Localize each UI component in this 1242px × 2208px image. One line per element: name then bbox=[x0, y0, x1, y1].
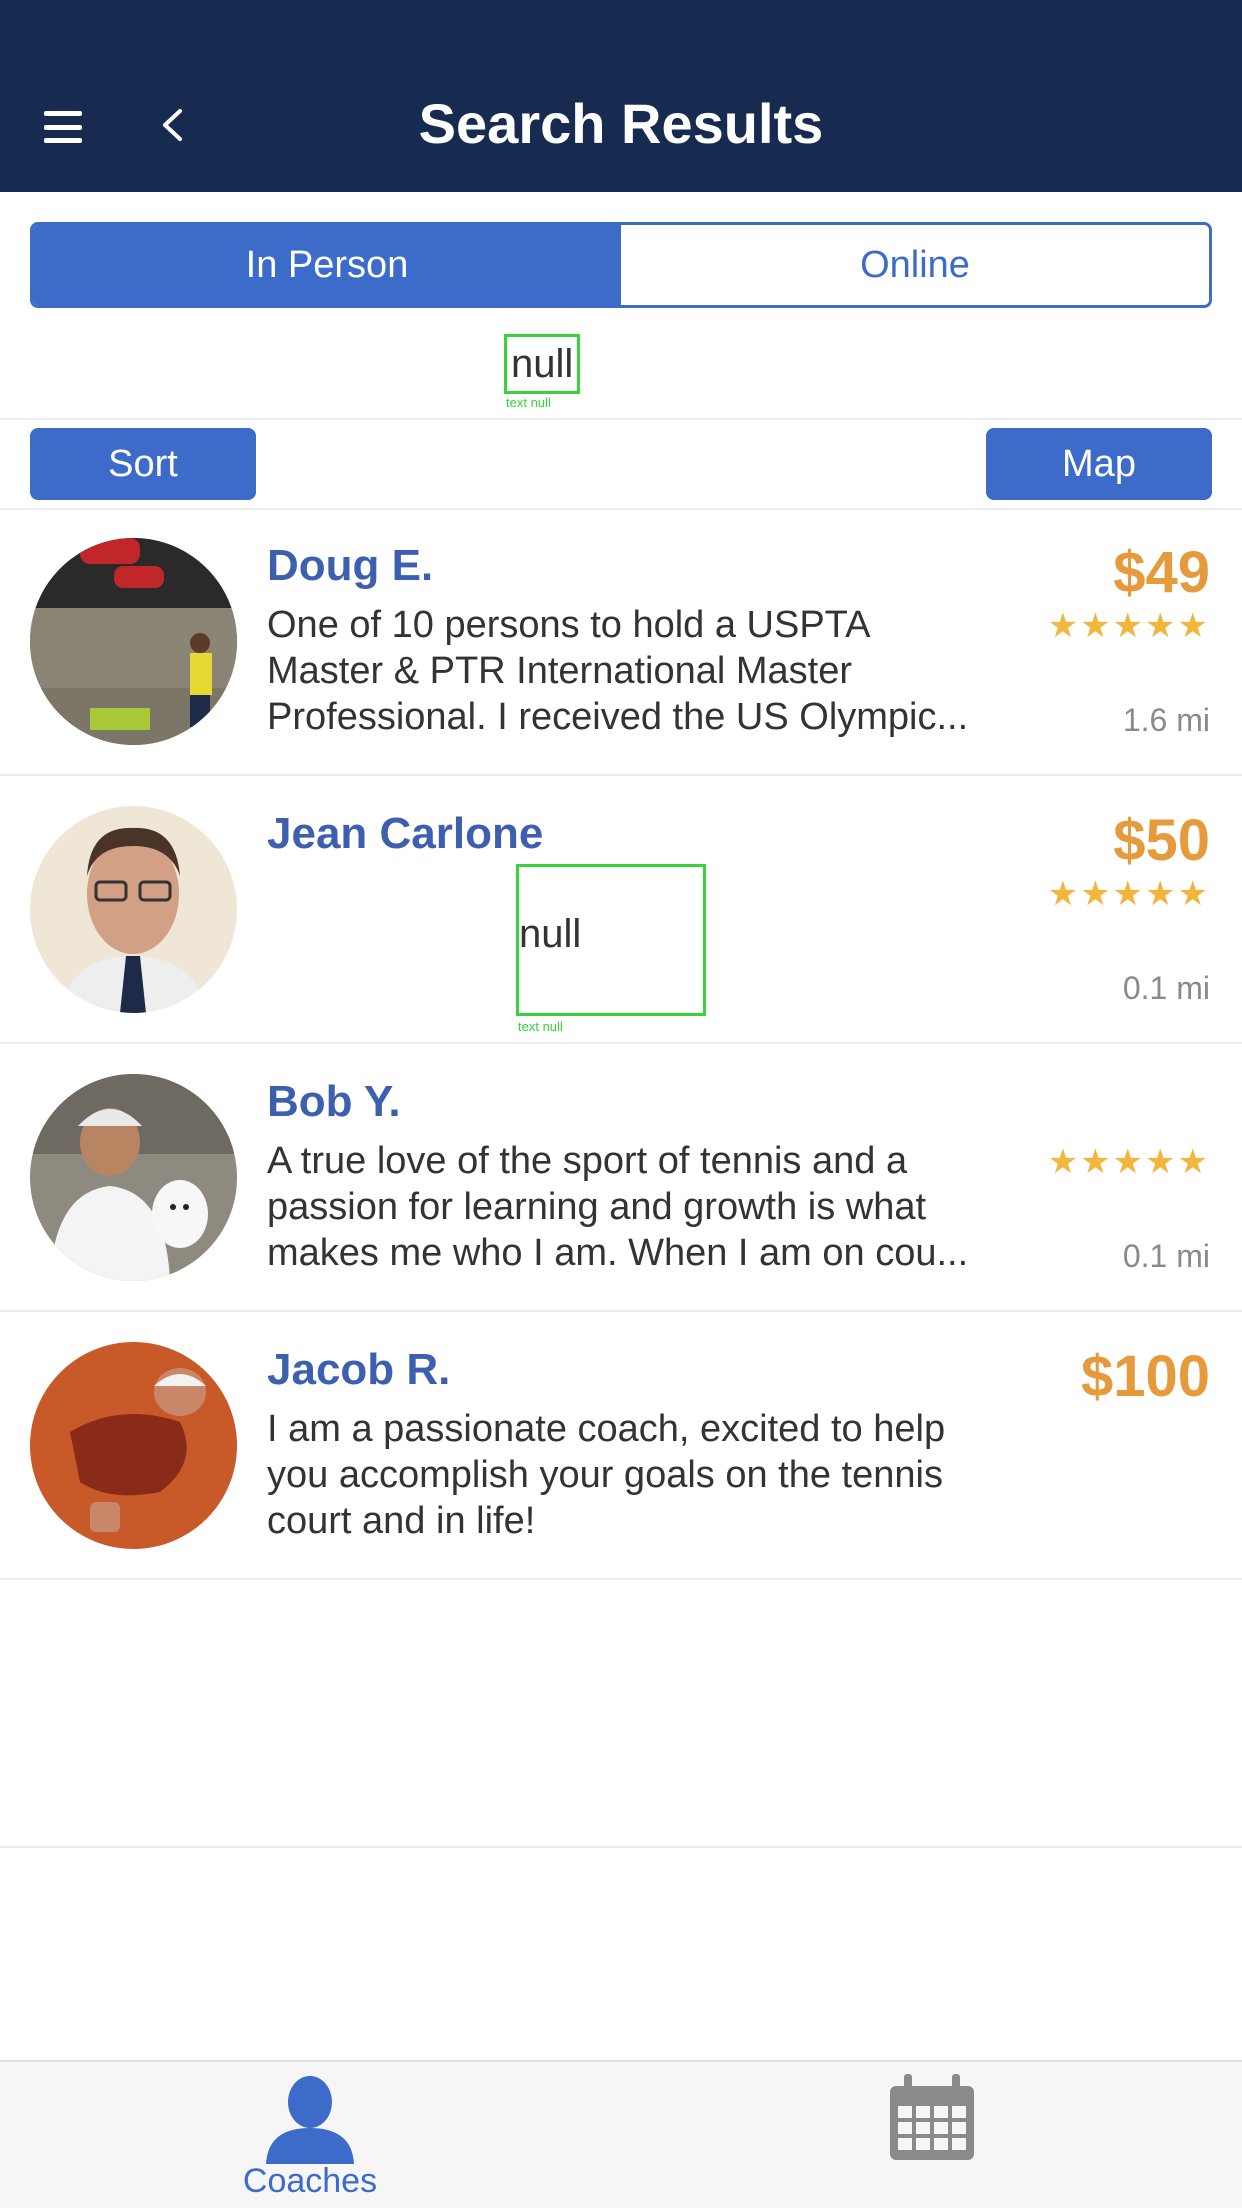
coach-row-bob[interactable]: Bob Y. A true love of the sport of tenni… bbox=[0, 1044, 1242, 1312]
map-button[interactable]: Map bbox=[986, 428, 1212, 500]
tab-calendar[interactable] bbox=[782, 2072, 1082, 2208]
coach-price: $49 bbox=[1113, 540, 1210, 605]
coach-row-jacob[interactable]: Jacob R. I am a passionate coach, excite… bbox=[0, 1312, 1242, 1580]
coach-row-jean[interactable]: Jean Carlone null text null $50 ★★★★★ 0.… bbox=[0, 776, 1242, 1044]
tab-coaches-label: Coaches bbox=[242, 2162, 378, 2200]
coach-avatar bbox=[30, 1342, 237, 1549]
coach-bio: One of 10 persons to hold a USPTA Master… bbox=[267, 602, 1027, 740]
bio-line: makes me who I am. When I am on cou... bbox=[267, 1232, 969, 1274]
tab-coaches[interactable]: Coaches bbox=[160, 2072, 460, 2208]
divider bbox=[0, 418, 1242, 420]
coach-name: Jean Carlone bbox=[267, 809, 544, 858]
calendar-icon bbox=[890, 2074, 974, 2160]
coach-name: Bob Y. bbox=[267, 1077, 401, 1126]
navigation-bar: Search Results bbox=[0, 0, 1242, 192]
segment-online[interactable]: Online bbox=[621, 225, 1209, 305]
null-placeholder-caption: text null bbox=[518, 1019, 563, 1034]
bio-line: you accomplish your goals on the tennis bbox=[267, 1454, 943, 1496]
bio-line: A true love of the sport of tennis and a bbox=[267, 1140, 908, 1182]
bottom-tab-bar: Coaches bbox=[0, 2060, 1242, 2208]
coach-name: Jacob R. bbox=[267, 1345, 451, 1394]
coach-name: Doug E. bbox=[267, 541, 434, 590]
null-placeholder-text: null bbox=[504, 334, 581, 394]
bio-line: I am a passionate coach, excited to help bbox=[267, 1408, 946, 1450]
bio-line: One of 10 persons to hold a USPTA bbox=[267, 604, 871, 646]
bio-line: Professional. I received the US Olympic.… bbox=[267, 696, 969, 738]
rating-stars: ★★★★★ bbox=[1047, 607, 1210, 645]
coach-bio: I am a passionate coach, excited to help… bbox=[267, 1406, 1027, 1544]
bio-line: passion for learning and growth is what bbox=[267, 1186, 927, 1228]
bio-line: Master & PTR International Master bbox=[267, 650, 852, 692]
coach-avatar bbox=[30, 806, 237, 1013]
coach-price: $50 bbox=[1113, 808, 1210, 873]
mode-segmented-control: In Person Online bbox=[30, 222, 1212, 308]
divider bbox=[0, 1846, 1242, 1848]
segment-in-person[interactable]: In Person bbox=[33, 225, 621, 305]
coach-distance: 0.1 mi bbox=[1122, 970, 1210, 1006]
null-placeholder-caption: text null bbox=[506, 395, 551, 410]
bio-line: court and in life! bbox=[267, 1500, 536, 1542]
coach-avatar bbox=[30, 538, 237, 745]
person-icon bbox=[266, 2076, 354, 2164]
coach-avatar bbox=[30, 1074, 237, 1281]
null-placeholder-text: null bbox=[516, 864, 706, 1016]
rating-stars: ★★★★★ bbox=[1047, 875, 1210, 913]
coach-distance: 0.1 mi bbox=[1122, 1238, 1210, 1274]
coach-row-doug[interactable]: Doug E. One of 10 persons to hold a USPT… bbox=[0, 508, 1242, 776]
sort-button[interactable]: Sort bbox=[30, 428, 256, 500]
rating-stars: ★★★★★ bbox=[1047, 1143, 1210, 1181]
page-title: Search Results bbox=[418, 92, 824, 155]
coach-price: $100 bbox=[1080, 1344, 1210, 1409]
coach-bio: A true love of the sport of tennis and a… bbox=[267, 1138, 1027, 1276]
coach-distance: 1.6 mi bbox=[1122, 702, 1210, 738]
